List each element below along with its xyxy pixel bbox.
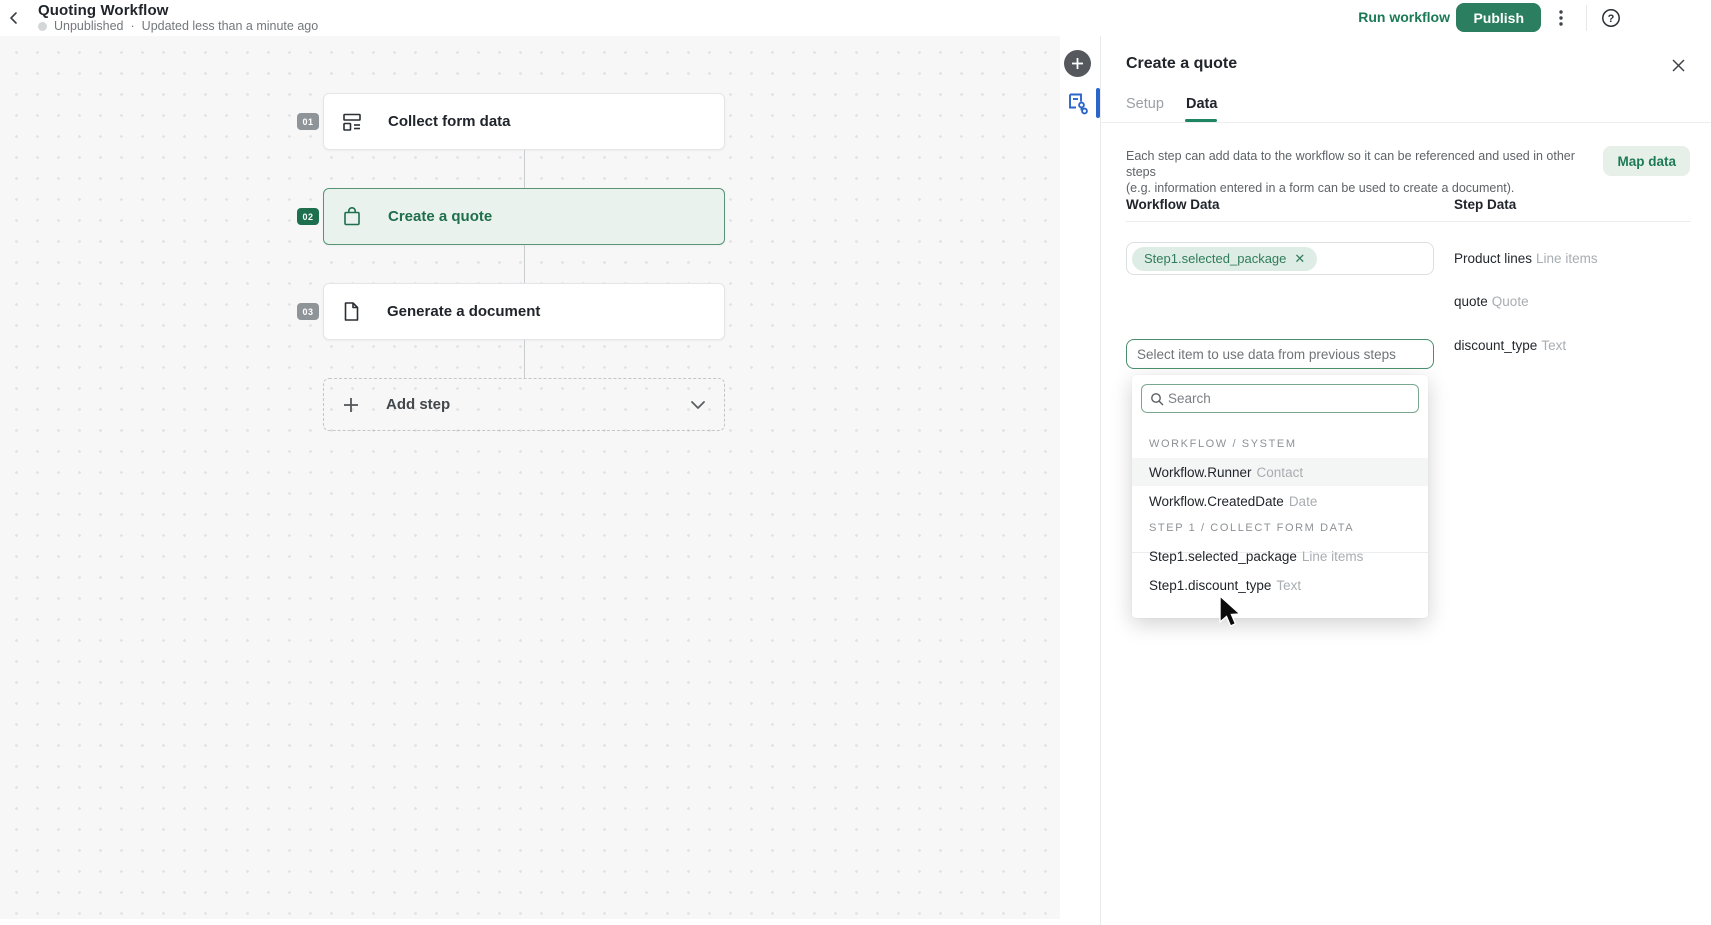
mapping-select-discount-type[interactable]: Select item to use data from previous st… xyxy=(1126,339,1434,369)
dot-separator: · xyxy=(131,19,135,33)
top-header: Quoting Workflow Unpublished · Updated l… xyxy=(0,0,1711,36)
dropdown-section-workflow-system: WORKFLOW / SYSTEM xyxy=(1149,438,1297,450)
data-select-dropdown: WORKFLOW / SYSTEM Workflow.Runner Contac… xyxy=(1132,375,1428,618)
item-name: Workflow.CreatedDate xyxy=(1149,494,1284,509)
item-type: Date xyxy=(1289,494,1318,509)
help-icon[interactable]: ? xyxy=(1599,6,1623,30)
mapping-input-product-lines[interactable]: Step1.selected_package ✕ xyxy=(1126,242,1434,275)
workflow-status-row: Unpublished · Updated less than a minute… xyxy=(38,19,318,33)
item-type: Line items xyxy=(1302,549,1364,564)
connector-line xyxy=(524,150,525,188)
run-workflow-button[interactable]: Run workflow xyxy=(1358,9,1450,25)
workflow-data-header: Workflow Data xyxy=(1126,197,1220,212)
updated-text: Updated less than a minute ago xyxy=(142,19,319,33)
plus-icon xyxy=(342,396,360,414)
add-panel-step-button[interactable] xyxy=(1064,50,1091,77)
field-type: Text xyxy=(1541,338,1566,353)
step-card-collect-form-data[interactable]: Collect form data xyxy=(323,93,725,150)
item-name: Step1.selected_package xyxy=(1149,549,1297,564)
step-1-badge: 01 xyxy=(297,113,319,130)
dropdown-item-workflow-runner[interactable]: Workflow.Runner Contact xyxy=(1132,458,1428,486)
step-2-badge: 02 xyxy=(297,208,319,225)
connector-line xyxy=(524,340,525,378)
form-icon xyxy=(342,112,362,132)
selected-step-indicator xyxy=(1096,88,1100,118)
map-data-button[interactable]: Map data xyxy=(1603,146,1690,176)
workflow-step-icon[interactable] xyxy=(1064,88,1091,118)
connector-line xyxy=(524,245,525,283)
header-divider xyxy=(1586,5,1587,31)
step-3-badge: 03 xyxy=(297,303,319,320)
description-line1: Each step can add data to the workflow s… xyxy=(1126,149,1575,179)
publish-button[interactable]: Publish xyxy=(1456,3,1541,32)
field-type: Line items xyxy=(1536,251,1598,266)
step-label: Generate a document xyxy=(387,303,540,320)
kebab-menu-icon[interactable] xyxy=(1549,6,1573,30)
dropdown-item-step1-discount-type[interactable]: Step1.discount_type Text xyxy=(1132,571,1428,599)
item-type: Text xyxy=(1276,578,1301,593)
step-settings-panel: Create a quote Setup Data Each step can … xyxy=(1100,36,1711,925)
workflow-canvas[interactable]: 01 Collect form data 02 Create a quote 0… xyxy=(0,36,1060,919)
step-field-product-lines: Product lines Line items xyxy=(1454,251,1598,266)
tab-setup[interactable]: Setup xyxy=(1126,96,1164,112)
item-name: Step1.discount_type xyxy=(1149,578,1271,593)
status-dot-icon xyxy=(38,22,47,31)
back-icon[interactable] xyxy=(2,6,26,30)
step-label: Collect form data xyxy=(388,113,511,130)
columns-divider xyxy=(1126,221,1691,222)
chevron-down-icon[interactable] xyxy=(690,400,706,410)
svg-text:?: ? xyxy=(1608,13,1615,25)
step-field-quote: quote Quote xyxy=(1454,294,1529,309)
document-icon xyxy=(342,301,361,322)
dropdown-item-workflow-createddate[interactable]: Workflow.CreatedDate Date xyxy=(1132,487,1428,515)
panel-title: Create a quote xyxy=(1126,55,1237,73)
search-icon xyxy=(1150,392,1164,406)
description-line2: (e.g. information entered in a form can … xyxy=(1126,181,1514,195)
data-chip[interactable]: Step1.selected_package ✕ xyxy=(1132,247,1317,271)
tab-data[interactable]: Data xyxy=(1186,96,1217,112)
data-description: Each step can add data to the workflow s… xyxy=(1126,148,1596,196)
step-card-generate-a-document[interactable]: Generate a document xyxy=(323,283,725,340)
search-input[interactable] xyxy=(1168,391,1418,406)
chip-label: Step1.selected_package xyxy=(1144,251,1286,266)
step-data-header: Step Data xyxy=(1454,197,1516,212)
close-icon[interactable] xyxy=(1667,54,1689,76)
step-field-discount-type: discount_type Text xyxy=(1454,338,1566,353)
item-name: Workflow.Runner xyxy=(1149,465,1252,480)
page-title: Quoting Workflow xyxy=(38,2,168,19)
status-text: Unpublished xyxy=(54,19,124,33)
dropdown-section-step1: STEP 1 / COLLECT FORM DATA xyxy=(1149,522,1354,534)
add-step-label: Add step xyxy=(386,396,450,413)
dropdown-search[interactable] xyxy=(1141,384,1419,413)
step-label: Create a quote xyxy=(388,208,492,225)
field-name: discount_type xyxy=(1454,338,1537,353)
field-name: Product lines xyxy=(1454,251,1532,266)
item-type: Contact xyxy=(1257,465,1304,480)
step-card-create-a-quote[interactable]: Create a quote xyxy=(323,188,725,245)
add-step-button[interactable]: Add step xyxy=(323,378,725,431)
field-name: quote xyxy=(1454,294,1488,309)
field-type: Quote xyxy=(1492,294,1529,309)
tabs-divider xyxy=(1101,122,1711,123)
bag-icon xyxy=(342,206,362,227)
dropdown-item-step1-selected-package[interactable]: Step1.selected_package Line items xyxy=(1132,542,1428,570)
chip-remove-icon[interactable]: ✕ xyxy=(1294,251,1305,267)
